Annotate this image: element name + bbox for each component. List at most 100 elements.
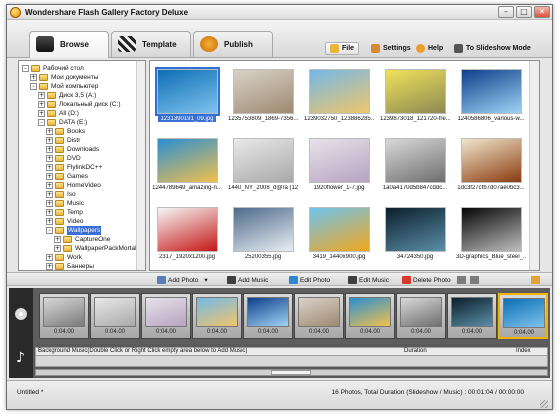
hscroll-thumb[interactable] <box>271 370 311 375</box>
photo-thumbnail[interactable] <box>309 69 370 114</box>
tree-item[interactable]: + Downloads <box>46 145 99 154</box>
storyboard-frame[interactable]: 0:04.00 <box>396 293 446 339</box>
tree-expander-icon[interactable]: + <box>46 173 53 180</box>
file-menu[interactable]: File <box>325 42 360 55</box>
storyboard-frame[interactable]: 0:04.00 <box>243 293 293 339</box>
photo-thumbnail[interactable] <box>157 138 218 183</box>
edit-music-button[interactable]: Edit Music <box>348 275 389 285</box>
tree-item[interactable]: + Music <box>46 199 84 208</box>
resize-grip-icon[interactable] <box>540 400 548 408</box>
tree-item[interactable]: - DATA (E:) <box>38 118 87 127</box>
tree-expander-icon[interactable]: + <box>54 245 61 252</box>
add-photo-button[interactable]: Add Photo ▾ <box>157 275 208 285</box>
photo-item[interactable]: 3D-graphics_Blue_steel_... <box>456 202 526 269</box>
tree-expander-icon[interactable]: + <box>46 146 53 153</box>
tree-expander-icon[interactable]: + <box>46 155 53 162</box>
tree-expander-icon[interactable]: - <box>46 227 53 234</box>
storyboard-frame[interactable]: 0:04.00 <box>447 293 497 339</box>
tree-item[interactable]: + Distr <box>46 136 80 145</box>
tree-expander-icon[interactable]: + <box>46 263 53 270</box>
tree-item[interactable]: + Локальный диск (C:) <box>38 100 121 109</box>
photo-thumbnail[interactable] <box>385 69 446 114</box>
storyboard-frame[interactable]: 0:04.00 <box>192 293 242 339</box>
tree-item[interactable]: - Мой компьютер <box>30 82 98 91</box>
photo-thumbnail[interactable] <box>157 207 218 252</box>
photo-item[interactable]: 1440_NY_2008_d@ra (123).jpg <box>228 133 298 200</box>
tree-expander-icon[interactable]: - <box>38 119 45 126</box>
tree-expander-icon[interactable]: + <box>46 218 53 225</box>
photo-item[interactable]: 1dc3f27cfb7d07ae0bc3... <box>456 133 526 200</box>
tree-item[interactable]: + Iso <box>46 190 76 199</box>
tree-expander-icon[interactable]: + <box>54 236 61 243</box>
tree-item[interactable]: + HomeVideo <box>46 181 101 190</box>
photo-gallery[interactable]: 1231390191_09.jpg 1235753809_1869-7356...… <box>149 60 540 271</box>
tree-item[interactable]: + CaptureOne <box>54 235 110 244</box>
photo-thumbnail[interactable] <box>233 69 294 114</box>
tab-template[interactable]: Template <box>111 31 191 57</box>
edit-photo-button[interactable]: Edit Photo <box>289 275 330 285</box>
rotate-right-icon[interactable] <box>470 276 479 284</box>
tree-expander-icon[interactable]: + <box>46 128 53 135</box>
storyboard-frame[interactable]: 0:04.00 <box>39 293 89 339</box>
tree-item[interactable]: + Work <box>46 253 82 262</box>
photo-item[interactable]: 25200355.jpg <box>228 202 298 269</box>
photo-thumbnail[interactable] <box>309 207 370 252</box>
tree-item[interactable]: + Games <box>46 172 88 181</box>
storyboard-frame[interactable]: 0:04.00 <box>90 293 140 339</box>
tree-expander-icon[interactable]: + <box>38 101 45 108</box>
minimize-button[interactable]: – <box>498 6 514 18</box>
photo-thumbnail[interactable] <box>385 138 446 183</box>
photo-item[interactable]: 1240586806_various-w... <box>456 64 526 131</box>
storyboard-hscrollbar[interactable] <box>35 369 548 376</box>
music-drop-area[interactable] <box>35 356 548 367</box>
tree-expander-icon[interactable]: + <box>46 209 53 216</box>
delete-photo-button[interactable]: Delete Photo <box>402 275 451 285</box>
tree-expander-icon[interactable]: - <box>22 65 29 72</box>
photo-thumbnail[interactable] <box>233 138 294 183</box>
photo-item[interactable]: 3419_1440x900.jpg <box>304 202 374 269</box>
gallery-scrollbar[interactable] <box>529 61 539 270</box>
tree-item[interactable]: + Video <box>46 217 84 226</box>
tree-expander-icon[interactable]: - <box>30 83 37 90</box>
storyboard-frame[interactable]: 0:04.00 <box>141 293 191 339</box>
tree-expander-icon[interactable]: + <box>46 191 53 198</box>
tree-item[interactable]: + Temp <box>46 208 83 217</box>
photo-thumbnail[interactable] <box>155 67 220 116</box>
tree-item[interactable]: + Мои документы <box>30 73 98 82</box>
help-menu[interactable]: Help <box>412 42 447 55</box>
tree-item[interactable]: + WallpaperPackMortal <box>54 244 137 253</box>
add-music-button[interactable]: Add Music <box>227 275 268 285</box>
tab-browse[interactable]: Browse <box>29 31 109 58</box>
settings-menu[interactable]: Settings <box>367 42 415 55</box>
photo-thumbnail[interactable] <box>233 207 294 252</box>
tree-item[interactable]: + All (D:) <box>38 109 79 118</box>
storyboard[interactable]: 0:04.00 0:04.00 0:04.00 0:04.00 0:04.00 0:04.… <box>9 288 550 344</box>
tree-expander-icon[interactable]: + <box>30 74 37 81</box>
music-track[interactable]: ♪ Background Music(Double Click or Right… <box>9 344 550 378</box>
photo-item[interactable]: 1920flower_1-7.jpg <box>304 133 374 200</box>
maximize-button[interactable]: □ <box>516 6 532 18</box>
storyboard-frame[interactable]: 0:04.00 <box>294 293 344 339</box>
photo-item[interactable]: 1a0a4170d5b847cddc... <box>380 133 450 200</box>
tree-item[interactable]: + FlylinkDC++ <box>46 163 102 172</box>
close-button[interactable]: ✕ <box>534 6 550 18</box>
tree-item[interactable]: + Баннеры <box>46 262 94 270</box>
photo-item[interactable]: 1239873018_121720-fre... <box>380 64 450 131</box>
rotate-left-icon[interactable] <box>457 276 466 284</box>
slideshow-mode-button[interactable]: To Slideshow Mode <box>450 42 535 55</box>
photo-item[interactable]: 1231390191_09.jpg <box>152 64 222 131</box>
tree-item[interactable]: - Рабочий стол <box>22 64 84 73</box>
photo-thumbnail[interactable] <box>385 207 446 252</box>
photo-item[interactable]: 34724350.jpg <box>380 202 450 269</box>
dropdown-arrow-icon[interactable]: ▾ <box>204 276 207 284</box>
tree-expander-icon[interactable]: + <box>46 137 53 144</box>
photo-item[interactable]: 1244789649_amazing-n... <box>152 133 222 200</box>
folder-tree[interactable]: - Рабочий стол + Мои документы - Мой компьюте… <box>18 60 146 271</box>
storyboard-frame[interactable]: 0:04.00 <box>345 293 395 339</box>
tree-expander-icon[interactable]: + <box>46 182 53 189</box>
photo-item[interactable]: 1239032750_123886285... <box>304 64 374 131</box>
photo-thumbnail[interactable] <box>461 207 522 252</box>
folder-tree-scrollbar[interactable] <box>136 61 145 270</box>
storyboard-frame[interactable]: 0:04.00 <box>498 293 548 339</box>
tree-item[interactable]: + DVD <box>46 154 81 163</box>
